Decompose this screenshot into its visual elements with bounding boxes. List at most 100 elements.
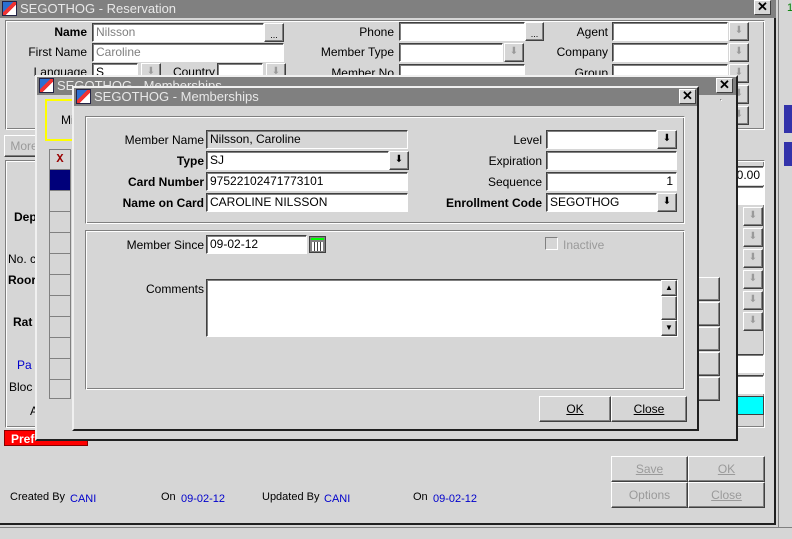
member-name-field: Nilsson, Caroline	[206, 130, 408, 149]
more-button-label: More	[10, 139, 38, 153]
reservation-titlebar: SEGOTHOG - Reservation	[0, 0, 776, 18]
ok-button[interactable]: OK	[688, 456, 765, 482]
dialog-close-label: Close	[633, 402, 665, 416]
enrollment-code-input[interactable]: SEGOTHOG	[546, 193, 657, 212]
nights-label: No. c	[8, 252, 37, 266]
inactive-checkbox[interactable]	[545, 237, 558, 250]
type-dropdown-icon[interactable]: ⬇	[389, 151, 409, 170]
save-button[interactable]: Save	[611, 456, 688, 482]
updated-by-label: Updated By	[262, 491, 320, 503]
grid-row[interactable]	[50, 317, 70, 338]
agent-dropdown-icon[interactable]: ⬇	[729, 22, 749, 41]
side-indicator: 1	[787, 2, 792, 14]
room-label: Roor	[8, 273, 36, 287]
type-input[interactable]: SJ	[206, 151, 389, 170]
name-label: Name	[54, 25, 87, 39]
right-dropdown-1-icon[interactable]: ⬇	[743, 207, 763, 226]
phone-label: Phone	[359, 25, 394, 39]
reservation-close-button[interactable]: ✕	[754, 0, 771, 15]
phone-input[interactable]	[399, 22, 525, 41]
comments-label: Comments	[145, 282, 204, 296]
grid-row[interactable]	[50, 191, 70, 212]
bottom-strip	[0, 527, 792, 539]
comments-textarea[interactable]	[206, 279, 678, 337]
card-number-label: Card Number	[127, 175, 204, 189]
calendar-icon[interactable]	[309, 236, 326, 253]
inactive-label: Inactive	[563, 238, 605, 252]
grid-row[interactable]	[50, 338, 70, 359]
agent-input[interactable]	[612, 22, 728, 41]
scroll-thumb[interactable]	[661, 296, 677, 320]
scroll-down-icon[interactable]: ▼	[661, 320, 677, 336]
first-name-label: First Name	[28, 45, 87, 59]
right-dropdown-5-icon[interactable]: ⬇	[743, 291, 763, 310]
level-input[interactable]	[546, 130, 657, 149]
member-since-input[interactable]: 09-02-12	[206, 235, 307, 254]
member-type-input[interactable]	[399, 43, 503, 62]
memberships-dialog: SEGOTHOG - Memberships ✕ Member Name Nil…	[72, 86, 699, 431]
type-label: Type	[176, 154, 204, 168]
rate-label: Rat	[13, 315, 33, 329]
right-field-3[interactable]	[736, 375, 764, 394]
first-name-input[interactable]: Caroline	[92, 43, 284, 62]
updated-on-value: 09-02-12	[433, 493, 478, 505]
close-button[interactable]: Close	[688, 482, 765, 508]
list-group	[720, 99, 722, 101]
name-lookup-button[interactable]: ...	[264, 23, 284, 42]
grid-row[interactable]	[50, 233, 70, 254]
app-icon	[2, 1, 17, 16]
member-name-label: Member Name	[124, 133, 204, 147]
options-button-label: Options	[628, 488, 671, 502]
app-icon	[39, 78, 54, 93]
grid-row[interactable]	[50, 275, 70, 296]
member-since-label: Member Since	[126, 238, 204, 252]
right-dropdown-6-icon[interactable]: ⬇	[743, 312, 763, 331]
dialog-ok-label: OK	[566, 402, 584, 416]
right-dropdown-2-icon[interactable]: ⬇	[743, 228, 763, 247]
expiration-label: Expiration	[488, 154, 542, 168]
company-label: Company	[556, 45, 608, 59]
created-by-value: CANI	[70, 493, 97, 505]
grid-row[interactable]	[50, 212, 70, 233]
created-by-label: Created By	[10, 491, 66, 503]
name-input[interactable]: Nilsson	[92, 23, 264, 42]
grid-row[interactable]	[50, 359, 70, 380]
grid-row[interactable]	[50, 254, 70, 275]
comments-scrollbar[interactable]: ▲ ▼	[661, 280, 677, 336]
right-dropdown-4-icon[interactable]: ⬇	[743, 270, 763, 289]
grid-row-selected[interactable]	[50, 170, 70, 191]
right-field-2[interactable]	[736, 354, 764, 373]
memberships-list-close-button[interactable]: ✕	[716, 78, 733, 93]
right-edge-panel: 1	[778, 0, 792, 539]
options-button[interactable]: Options	[611, 482, 688, 508]
sequence-input[interactable]: 1	[546, 172, 677, 191]
block-label: Bloc	[9, 380, 33, 394]
delete-column-icon[interactable]: X	[50, 150, 70, 170]
close-button-label: Close	[711, 488, 742, 502]
level-dropdown-icon[interactable]: ⬇	[657, 130, 677, 149]
side-selection-2	[784, 142, 792, 166]
grid-row[interactable]	[50, 296, 70, 317]
agent-label: Agent	[576, 25, 608, 39]
right-dropdown-3-icon[interactable]: ⬇	[743, 249, 763, 268]
expiration-input[interactable]	[546, 151, 677, 170]
scroll-up-icon[interactable]: ▲	[661, 280, 677, 296]
level-label: Level	[513, 133, 542, 147]
dialog-ok-button[interactable]: OK	[539, 396, 611, 422]
enrollment-code-label: Enrollment Code	[445, 196, 542, 210]
memberships-dialog-close-button[interactable]: ✕	[679, 89, 696, 104]
dialog-close-button[interactable]: Close	[611, 396, 687, 422]
card-number-input[interactable]: 975221024717731​01	[206, 172, 408, 191]
reservation-title: SEGOTHOG - Reservation	[20, 1, 177, 16]
name-on-card-input[interactable]: CAROLINE NILSSON	[206, 193, 408, 212]
member-type-dropdown-icon[interactable]: ⬇	[504, 43, 524, 62]
departure-label: Dep	[14, 210, 37, 224]
enrollment-code-dropdown-icon[interactable]: ⬇	[657, 193, 677, 212]
company-input[interactable]	[612, 43, 728, 62]
updated-on-label: On	[413, 491, 428, 503]
cyan-status-field[interactable]	[736, 396, 764, 415]
save-button-label: Save	[635, 462, 664, 476]
package-link[interactable]: Pa	[17, 358, 32, 372]
updated-by-value: CANI	[324, 493, 351, 505]
company-dropdown-icon[interactable]: ⬇	[729, 43, 749, 62]
